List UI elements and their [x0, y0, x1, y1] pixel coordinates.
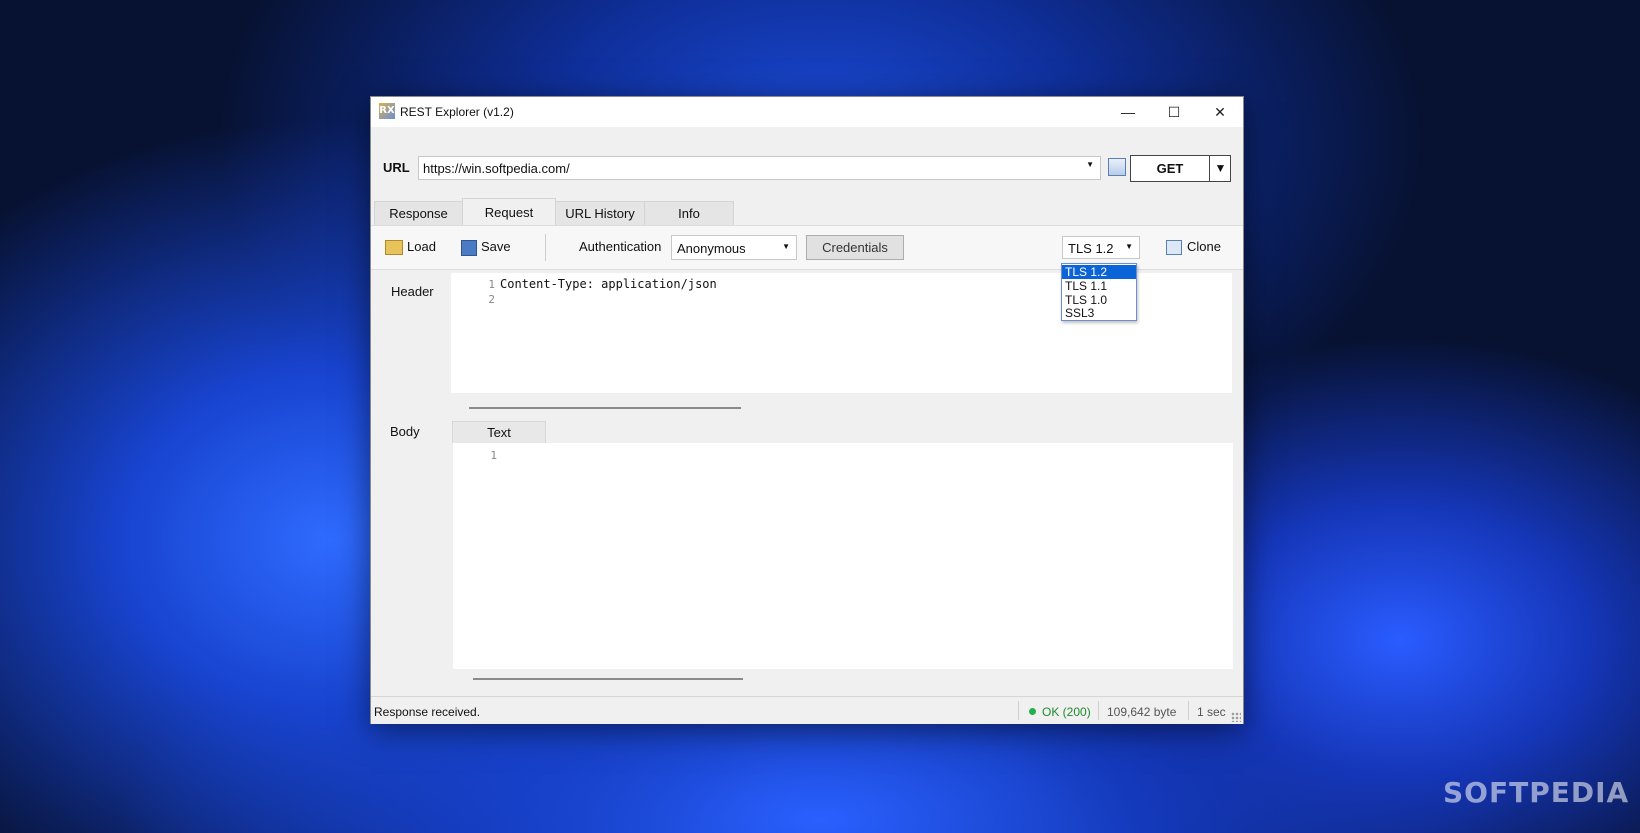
method-dropdown-icon[interactable]: ▼: [1209, 156, 1231, 181]
authentication-value: Anonymous: [677, 241, 746, 256]
tab-text[interactable]: Text: [452, 421, 546, 443]
tls-select[interactable]: TLS 1.2 ▼: [1062, 236, 1140, 259]
close-button[interactable]: ✕: [1197, 97, 1243, 127]
save-button[interactable]: Save: [481, 239, 511, 254]
response-time: 1 sec: [1197, 705, 1226, 719]
tls-option[interactable]: SSL3: [1062, 306, 1136, 320]
line-number: 1: [488, 278, 495, 291]
method-label[interactable]: GET: [1131, 161, 1209, 176]
app-window: RX REST Explorer (v1.2) — ☐ ✕ URL https:…: [370, 96, 1244, 724]
resize-grip-icon[interactable]: [1231, 712, 1241, 722]
status-code: OK (200): [1042, 705, 1091, 719]
body-scrollbar[interactable]: [473, 678, 743, 680]
header-code-line[interactable]: Content-Type: application/json: [500, 277, 717, 291]
tab-url-history[interactable]: URL History: [555, 201, 645, 225]
tls-value: TLS 1.2: [1068, 241, 1114, 256]
tls-option[interactable]: TLS 1.0: [1062, 293, 1136, 307]
body-editor[interactable]: 1: [453, 443, 1233, 669]
folder-icon[interactable]: [385, 240, 403, 255]
app-icon: RX: [379, 103, 395, 119]
authentication-label: Authentication: [579, 239, 662, 254]
chevron-down-icon[interactable]: ▼: [1086, 160, 1094, 169]
clone-icon[interactable]: [1166, 240, 1182, 255]
status-divider: [1098, 701, 1099, 720]
method-button[interactable]: GET ▼: [1130, 155, 1231, 182]
header-scrollbar[interactable]: [469, 407, 741, 409]
status-message: Response received.: [374, 705, 481, 719]
line-number: 1: [490, 449, 497, 462]
line-number: 2: [488, 293, 495, 306]
status-ok-icon: [1029, 708, 1036, 715]
header-label: Header: [391, 284, 434, 299]
authentication-select[interactable]: Anonymous ▼: [671, 235, 797, 260]
chevron-down-icon[interactable]: ▼: [1125, 242, 1133, 251]
status-divider: [1188, 701, 1189, 720]
save-icon[interactable]: [461, 240, 477, 256]
body-label: Body: [390, 424, 420, 439]
tab-info[interactable]: Info: [644, 201, 734, 225]
url-input[interactable]: https://win.softpedia.com/ ▼: [418, 156, 1101, 180]
tab-response[interactable]: Response: [374, 201, 463, 225]
load-button[interactable]: Load: [407, 239, 436, 254]
credentials-button[interactable]: Credentials: [806, 235, 904, 260]
tls-dropdown-list: TLS 1.2 TLS 1.1 TLS 1.0 SSL3: [1061, 263, 1137, 321]
maximize-button[interactable]: ☐: [1151, 97, 1197, 127]
response-size: 109,642 byte: [1107, 705, 1177, 719]
clone-button[interactable]: Clone: [1187, 239, 1221, 254]
open-in-browser-icon[interactable]: [1108, 158, 1126, 176]
status-bar: Response received. OK (200) 109,642 byte…: [371, 696, 1243, 724]
softpedia-watermark: SOFTPEDIA: [1443, 776, 1630, 809]
chevron-down-icon[interactable]: ▼: [782, 242, 790, 251]
toolbar-divider: [545, 234, 546, 261]
minimize-button[interactable]: —: [1105, 97, 1151, 127]
tab-request[interactable]: Request: [462, 198, 556, 226]
tls-option[interactable]: TLS 1.1: [1062, 279, 1136, 293]
status-divider: [1018, 701, 1019, 720]
window-title: REST Explorer (v1.2): [400, 105, 514, 119]
title-bar[interactable]: RX REST Explorer (v1.2) — ☐ ✕: [371, 97, 1243, 127]
url-value: https://win.softpedia.com/: [423, 161, 570, 176]
url-label: URL: [383, 160, 410, 175]
tls-option[interactable]: TLS 1.2: [1062, 265, 1136, 279]
